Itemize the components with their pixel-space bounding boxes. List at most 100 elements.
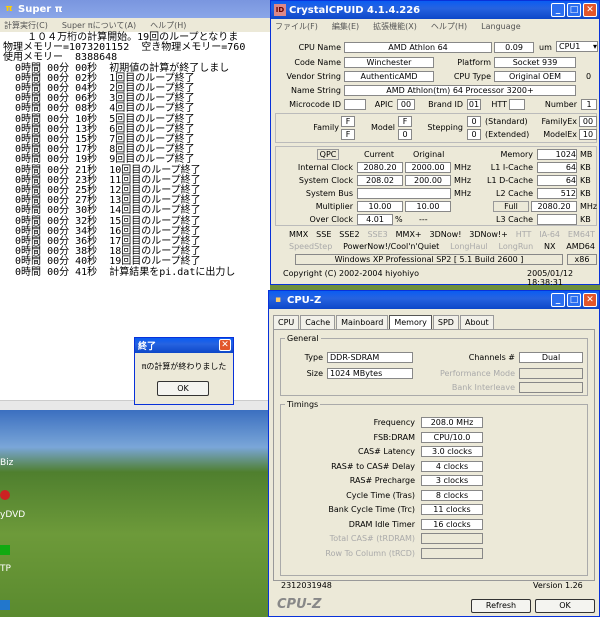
timing-label: CAS# Latency	[357, 447, 415, 456]
close-icon[interactable]: ✕	[219, 339, 231, 351]
cpu-type-field: Original OEM	[494, 71, 576, 82]
menu-help[interactable]: ヘルプ(H)	[150, 20, 186, 31]
close-icon[interactable]: ✕	[583, 293, 597, 307]
mhz-unit: MHz	[454, 176, 472, 185]
qpc-button[interactable]: QPC	[317, 149, 339, 160]
multiplier-label: Multiplier	[315, 202, 353, 211]
feature-flag: IA-64	[539, 230, 561, 239]
microcode-field	[344, 99, 366, 110]
process-unit: um	[539, 43, 552, 52]
type-label: Type	[304, 353, 323, 362]
tab-about[interactable]: About	[459, 315, 494, 329]
maximize-icon[interactable]: □	[567, 3, 581, 17]
performance-mode-field	[519, 368, 583, 379]
timing-label: Bank Cycle Time (Trc)	[328, 505, 415, 514]
channels-label: Channels #	[468, 353, 515, 362]
internal-clock-original: 2000.00	[405, 162, 451, 173]
menu-edit[interactable]: 編集(E)	[332, 21, 359, 32]
tp-icon[interactable]	[0, 545, 10, 555]
timing-value: 3 clocks	[421, 475, 483, 486]
cpu-select[interactable]: CPU1 ▾	[556, 41, 598, 52]
tab-cpu[interactable]: CPU	[273, 315, 300, 329]
feature-flag: 3DNow!+	[469, 230, 508, 239]
model-field: F	[398, 116, 412, 127]
timing-label: FSB:DRAM	[373, 432, 416, 442]
menu-language[interactable]: Language	[481, 22, 520, 31]
general-group: General Type DDR-SDRAM Size 1024 MBytes …	[280, 334, 588, 396]
menu-extensions[interactable]: 拡張機能(X)	[373, 21, 417, 32]
platform-field: Socket 939	[494, 57, 576, 68]
family-field: F	[341, 116, 355, 127]
system-clock-label: System Clock	[298, 176, 353, 185]
dialog-titlebar[interactable]: 終了 ✕	[135, 338, 233, 353]
vendor-field: AuthenticAMD	[344, 71, 434, 82]
full-button[interactable]: Full	[493, 201, 529, 212]
output-line: 0時間 00分 41秒 計算結果をpi.datに出力し	[3, 266, 236, 278]
ok-button[interactable]: OK	[157, 381, 209, 396]
name-string-field: AMD Athlon(tm) 64 Processor 3200+	[344, 85, 576, 96]
minimize-icon[interactable]: _	[551, 293, 565, 307]
system-clock-current: 208.02	[357, 175, 403, 186]
brand-id-field: 01	[467, 99, 481, 110]
timing-label: Row To Column (tRCD)	[325, 548, 415, 558]
desktop-icon-biz[interactable]: Biz	[0, 458, 13, 468]
desktop-icon-dvd[interactable]: yDVD	[0, 510, 25, 520]
menu-help[interactable]: ヘルプ(H)	[431, 21, 467, 32]
model-label: Model	[370, 123, 395, 132]
internal-clock-label: Internal Clock	[297, 163, 353, 172]
dvd-icon[interactable]	[0, 490, 10, 500]
menu-calculate[interactable]: 計算実行(C)	[4, 20, 48, 31]
l1i-field: 64	[537, 162, 577, 173]
cpuid-titlebar[interactable]: ID CrystalCPUID 4.1.4.226 _ □ ✕	[271, 1, 599, 19]
superpi-titlebar[interactable]: π Super π	[0, 0, 270, 18]
memory-panel: General Type DDR-SDRAM Size 1024 MBytes …	[273, 329, 595, 581]
kb-unit: KB	[580, 189, 591, 198]
dialog-title: 終了	[138, 342, 157, 352]
timing-value: CPU/10.0	[421, 431, 483, 443]
tab-cache[interactable]: Cache	[300, 315, 336, 329]
system-bus-field	[357, 188, 451, 199]
timing-value: 3.0 clocks	[421, 446, 483, 457]
cpu-select-value: CPU1	[559, 42, 581, 51]
desktop-icon-tp[interactable]: TP	[0, 564, 11, 574]
tab-mainboard[interactable]: Mainboard	[336, 315, 389, 329]
feature-flag: LongRun	[498, 242, 534, 251]
overclock-dash: ---	[419, 215, 428, 224]
stepping-field-ext: 0	[467, 129, 481, 140]
internal-clock-current: 2080.20	[357, 162, 403, 173]
memory-field: 1024	[537, 149, 577, 160]
number-label: Number	[544, 100, 577, 109]
tab-memory[interactable]: Memory	[389, 315, 432, 330]
superpi-output: １０４万桁の計算開始。19回のループとなりま 物理メモリー=1073201152 …	[0, 32, 270, 278]
feature-flag: MMX	[289, 230, 309, 239]
minimize-icon[interactable]: _	[551, 3, 565, 17]
close-icon[interactable]: ✕	[583, 3, 597, 17]
serial-number: 2312031948	[281, 581, 332, 590]
process-field: 0.09	[494, 42, 534, 53]
name-string-label: Name String	[290, 86, 341, 95]
maximize-icon[interactable]: □	[567, 293, 581, 307]
modelex-field: 10	[579, 129, 597, 140]
desktop-icon-label: yDVD	[0, 510, 26, 520]
pi-icon: π	[5, 4, 13, 14]
platform-label: Platform	[457, 58, 491, 67]
tab-spd[interactable]: SPD	[432, 315, 459, 329]
feature-flag: AMD64	[566, 242, 595, 251]
brand-id-label: Brand ID	[428, 100, 463, 109]
menu-file[interactable]: ファイル(F)	[275, 21, 318, 32]
refresh-button[interactable]: Refresh	[471, 599, 531, 613]
l2-label: L2 Cache	[496, 189, 533, 198]
channels-field: Dual	[519, 352, 583, 363]
feature-flag: MMX+	[395, 230, 422, 239]
full-field: 2080.20	[531, 201, 577, 212]
bank-interleave-label: Bank Interleave	[451, 383, 515, 392]
copyright: Copyright (C) 2002-2004 hiyohiyo	[283, 269, 419, 278]
overclock-field: 4.01	[357, 214, 393, 225]
cpuz-titlebar[interactable]: ▪ CPU-Z _ □ ✕	[269, 291, 599, 309]
menu-about[interactable]: Super πについて(A)	[62, 20, 136, 31]
timing-value: 208.0 MHz	[421, 417, 483, 428]
app-icon[interactable]	[0, 600, 10, 610]
ok-button[interactable]: OK	[535, 599, 595, 613]
feature-flag: SSE3	[367, 230, 388, 239]
apic-field: 00	[397, 99, 415, 110]
